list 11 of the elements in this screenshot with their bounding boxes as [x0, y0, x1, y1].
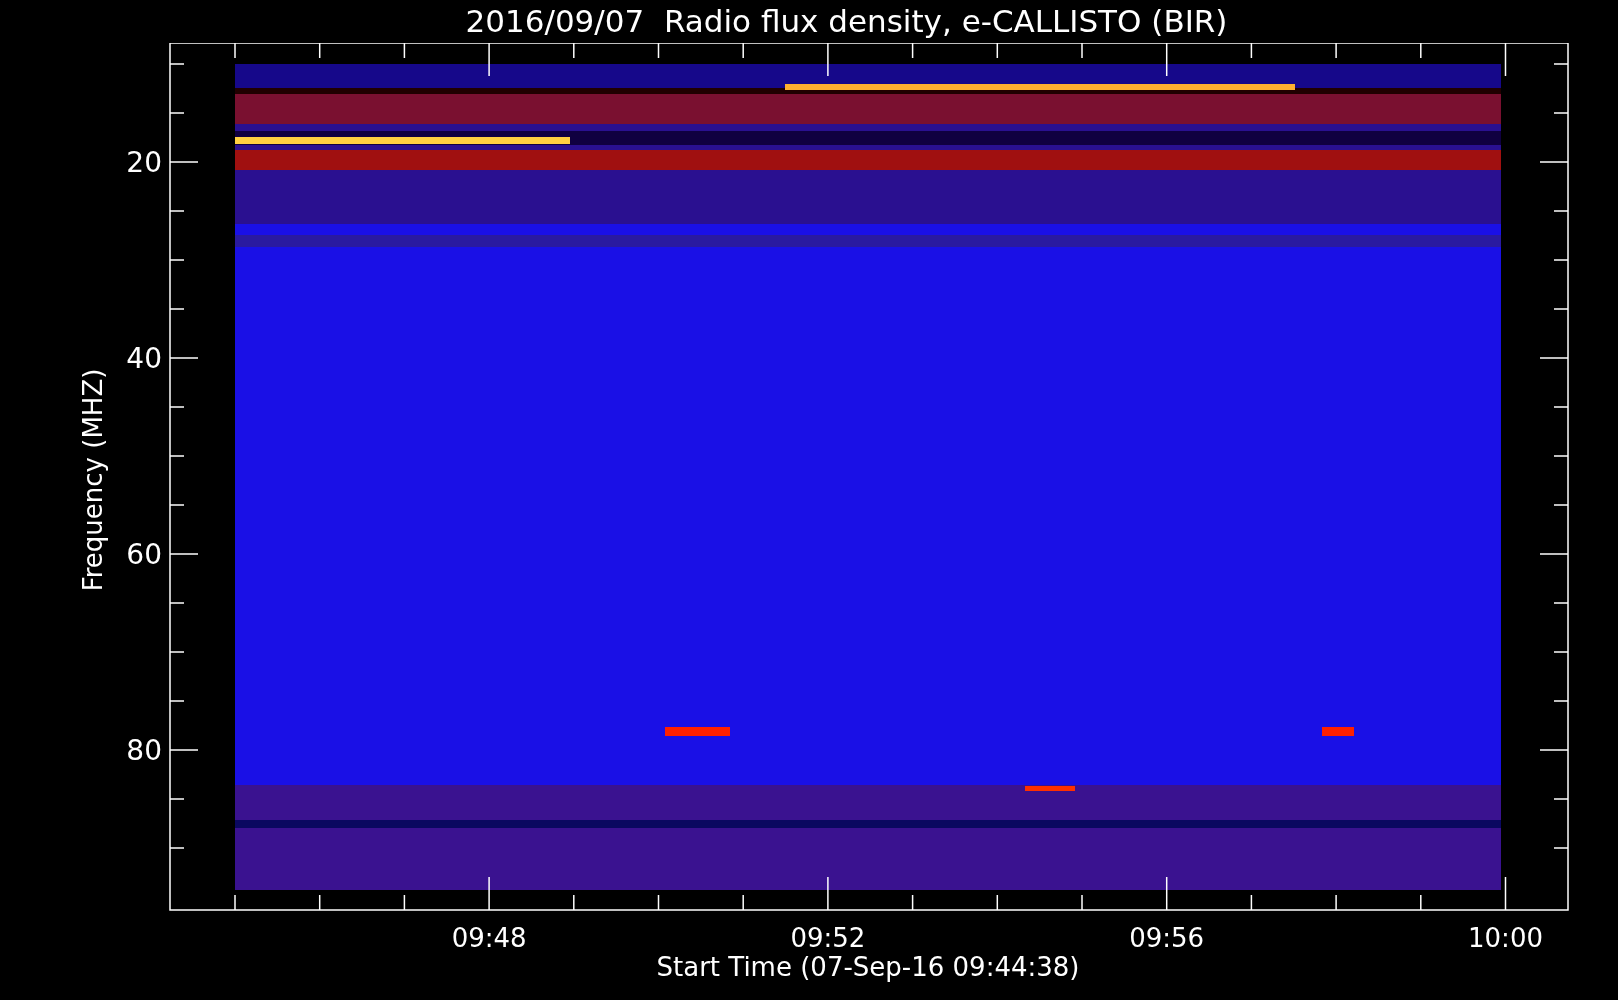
x-tick-label: 09:56 [1129, 923, 1205, 953]
x-tick-label: 09:48 [451, 923, 527, 953]
y-tick-label: 40 [126, 342, 162, 375]
chart-title: 2016/09/07 Radio flux density, e-CALLISTO (BIR) [465, 6, 1228, 37]
x-axis-label: Start Time (07-Sep-16 09:44:38) [656, 952, 1080, 982]
y-axis-label: Frequency (MHZ) [78, 368, 108, 592]
y-tick-label: 20 [126, 146, 162, 179]
x-tick-label: 09:52 [790, 923, 866, 953]
x-tick-label: 10:00 [1468, 923, 1543, 953]
y-tick-label: 60 [126, 538, 162, 571]
y-tick-label: 80 [126, 734, 162, 767]
